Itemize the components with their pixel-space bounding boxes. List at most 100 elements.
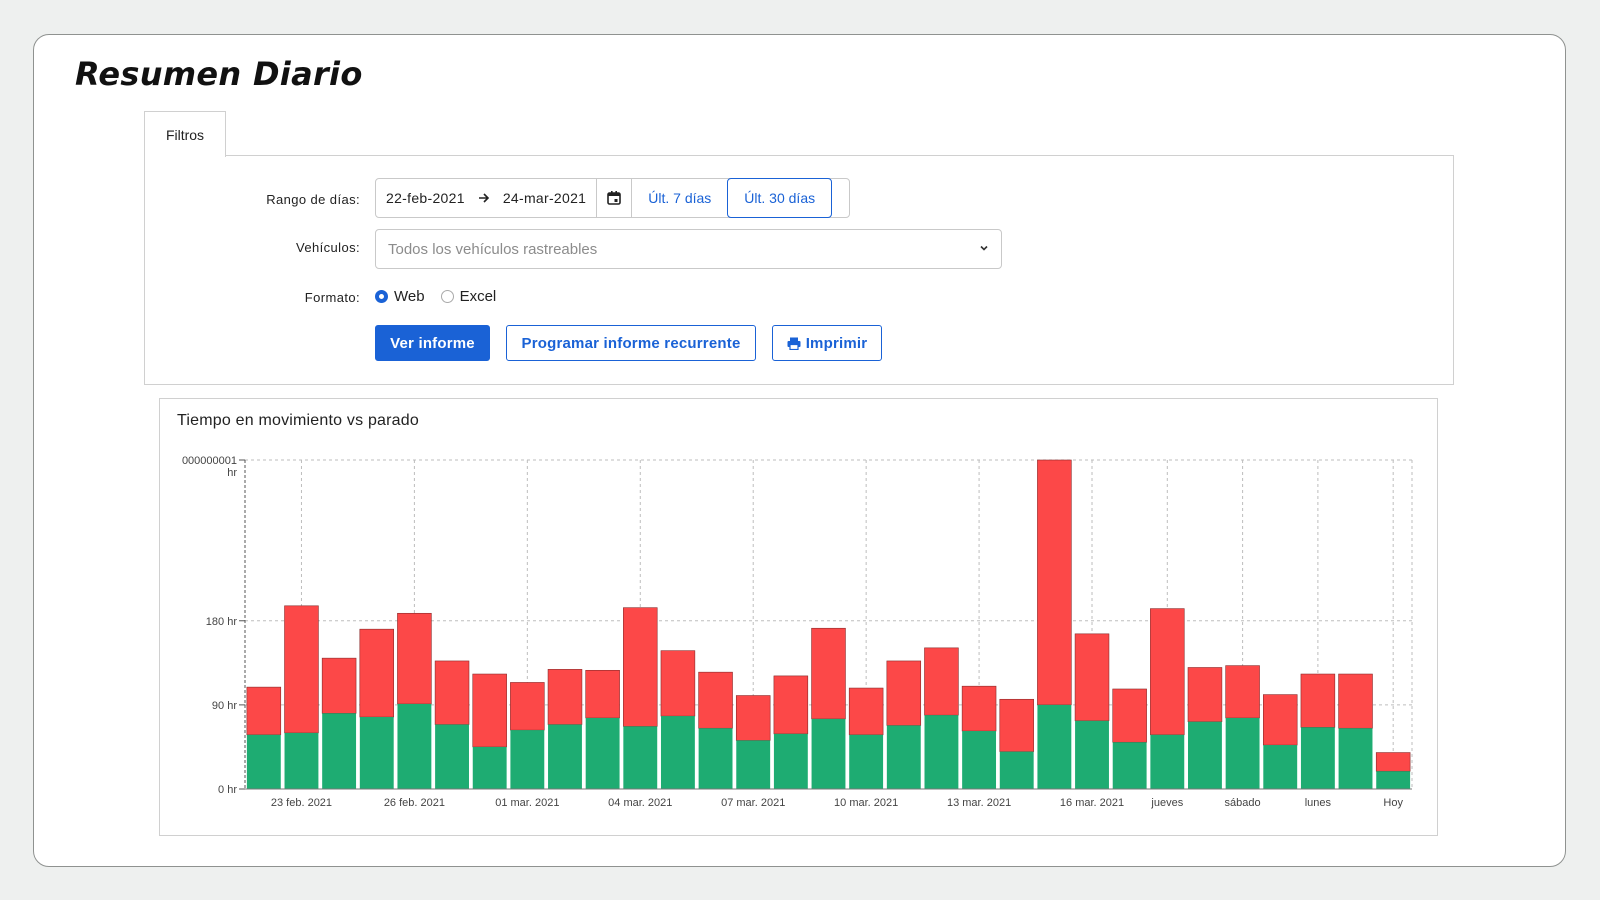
radio-excel[interactable] [440, 290, 454, 303]
bar-moving [585, 717, 620, 789]
bar-stopped [1375, 752, 1411, 772]
bar-moving [1075, 720, 1109, 789]
chart-title: Tiempo en movimiento vs parado [177, 412, 419, 429]
bar-moving [1037, 704, 1072, 789]
vehicles-placeholder: Todos los vehículos rastreables [388, 240, 598, 258]
bar-stopped [510, 682, 545, 731]
x-tick-label: Hoy [1383, 797, 1403, 809]
bar-moving [924, 715, 959, 789]
printer-icon [787, 337, 801, 350]
bar-moving [962, 731, 997, 789]
bar-stopped [1338, 673, 1373, 729]
bar-moving [397, 703, 432, 789]
x-tick-label: 07 mar. 2021 [721, 797, 785, 809]
chevron-down-icon [979, 242, 989, 256]
x-tick-label: 13 mar. 2021 [947, 797, 1011, 809]
format-option-excel[interactable]: Excel [440, 288, 497, 305]
bar-stopped [1037, 459, 1072, 706]
x-tick-label: 26 feb. 2021 [384, 797, 445, 809]
radio-excel-label: Excel [459, 288, 497, 305]
bar-moving [849, 734, 884, 789]
bar-moving [1376, 771, 1411, 789]
tab-filtros[interactable]: Filtros [144, 111, 226, 157]
vehicles-label: Vehículos: [296, 240, 360, 255]
view-report-button[interactable]: Ver informe [375, 325, 490, 361]
bar-stopped [284, 605, 319, 734]
bar-stopped [1150, 608, 1185, 736]
start-date-input[interactable]: 22-feb-2021 [376, 179, 475, 217]
last-7-days-button[interactable]: Últ. 7 días [632, 179, 727, 217]
bar-stopped [1074, 633, 1110, 722]
x-tick-label: 10 mar. 2021 [834, 797, 898, 809]
bar-moving [1263, 745, 1298, 789]
y-tick-label-unit: hr [227, 467, 237, 479]
bar-stopped [735, 695, 771, 741]
bar-moving [1225, 717, 1260, 789]
bar-moving [284, 732, 319, 789]
page-title: Resumen Diario [75, 55, 363, 93]
bar-stopped [999, 698, 1034, 752]
bar-moving [736, 740, 771, 789]
bar-stopped [585, 669, 620, 719]
radio-web[interactable] [375, 290, 388, 303]
bar-stopped [434, 660, 470, 725]
x-tick-label: 16 mar. 2021 [1060, 797, 1124, 809]
bar-moving [548, 724, 582, 789]
bar-stopped [1263, 694, 1298, 746]
bar-moving [1188, 721, 1222, 789]
format-option-web[interactable]: Web [375, 288, 425, 305]
x-tick-label: 23 feb. 2021 [271, 797, 332, 809]
bar-moving [510, 730, 545, 789]
y-tick-label: 90 hr [212, 700, 237, 712]
x-tick-label: 01 mar. 2021 [495, 797, 559, 809]
bar-moving [1150, 734, 1185, 789]
bar-stopped [547, 669, 583, 725]
bar-stopped [321, 657, 357, 714]
format-radio-group: Web Excel [375, 288, 512, 305]
schedule-report-button[interactable]: Programar informe recurrente [506, 325, 756, 361]
bar-moving [811, 718, 846, 789]
date-range-picker[interactable]: 22-feb-2021 24-mar-2021 Últ. 7 días Últ.… [375, 178, 850, 218]
bar-stopped [886, 660, 922, 726]
bar-stopped [246, 686, 282, 736]
bar-stopped [811, 627, 846, 720]
calendar-icon[interactable] [596, 179, 633, 217]
moving-vs-stopped-chart: 0 hr 90 hr 180 hr 000000001hr 23 feb. 2021 26… [182, 455, 1413, 809]
x-tick-label: 04 mar. 2021 [608, 797, 672, 809]
x-tick-label: jueves [1150, 797, 1183, 809]
vehicles-select[interactable]: Todos los vehículos rastreables [375, 229, 1002, 269]
bar-stopped [397, 612, 432, 705]
bar-moving [698, 728, 733, 789]
bar-moving [660, 716, 695, 789]
bar-moving [623, 726, 658, 789]
bar-moving [322, 713, 357, 789]
bar-moving [359, 717, 394, 789]
bar-stopped [924, 647, 959, 716]
y-tick-label: 0 hr [218, 784, 237, 796]
range-label: Rango de días: [266, 192, 360, 207]
bar-stopped [623, 607, 658, 727]
bar-stopped [1187, 667, 1223, 723]
x-tick-label: sábado [1225, 797, 1261, 809]
bar-stopped [1112, 688, 1147, 743]
bar-stopped [1225, 665, 1260, 719]
arrow-right-icon [475, 179, 493, 217]
last-30-days-button[interactable]: Últ. 30 días [727, 178, 833, 218]
bar-moving [999, 751, 1034, 789]
print-button[interactable]: Imprimir [772, 325, 882, 361]
format-label: Formato: [304, 290, 360, 305]
bar-moving [1300, 727, 1335, 789]
y-tick-label: 000000001 [182, 455, 237, 467]
bar-stopped [1300, 673, 1336, 728]
bar-moving [773, 733, 808, 789]
bar-stopped [698, 671, 733, 729]
radio-web-label: Web [394, 288, 425, 305]
end-date-input[interactable]: 24-mar-2021 [493, 179, 596, 217]
bar-stopped [773, 675, 809, 735]
x-tick-label: lunes [1305, 797, 1332, 809]
bar-moving [472, 746, 507, 789]
chart-bars [246, 459, 1411, 789]
bar-stopped [359, 628, 394, 718]
bar-stopped [472, 673, 507, 748]
bar-moving [435, 724, 469, 789]
